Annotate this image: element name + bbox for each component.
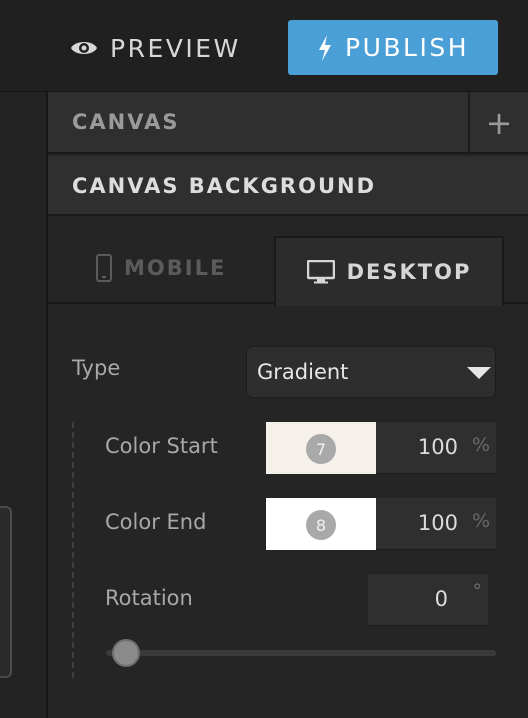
color-end-swatch[interactable]: 8 [266, 498, 376, 550]
tab-desktop[interactable]: DESKTOP [274, 236, 504, 306]
type-dropdown[interactable]: Gradient [246, 346, 496, 398]
canvas-section-header[interactable]: CANVAS + [48, 92, 528, 154]
publish-button[interactable]: PUBLISH [288, 20, 498, 75]
plus-icon[interactable]: + [468, 92, 528, 154]
lightning-icon [319, 34, 331, 61]
rotation-unit: ° [472, 580, 483, 602]
publish-label: PUBLISH [345, 33, 469, 62]
color-start-percent-input[interactable]: 100 % [376, 422, 496, 474]
editor-window: PREVIEW PUBLISH CANVAS + CANVAS BACKGROU… [0, 0, 528, 718]
rotation-slider-track[interactable] [106, 650, 496, 656]
rotation-label: Rotation [105, 586, 193, 610]
color-end-label: Color End [105, 510, 207, 534]
canvas-background-title: CANVAS BACKGROUND [72, 174, 377, 198]
properties-panel: CANVAS + CANVAS BACKGROUND MOBILE DESKTO… [48, 92, 528, 718]
color-start-percent-value: 100 [417, 435, 458, 459]
device-tabs: MOBILE DESKTOP [48, 218, 528, 306]
rotation-value: 0 [434, 587, 448, 611]
resize-handle[interactable] [0, 506, 12, 678]
color-start-swatch[interactable]: 7 [266, 422, 376, 474]
type-dropdown-value: Gradient [257, 360, 349, 384]
monitor-icon [306, 260, 335, 284]
rotation-slider-thumb[interactable] [112, 639, 140, 667]
tab-desktop-label: DESKTOP [346, 260, 472, 284]
canvas-section-title: CANVAS [72, 110, 180, 134]
color-end-percent-input[interactable]: 100 % [376, 498, 496, 550]
phone-icon [96, 254, 112, 282]
color-start-badge: 7 [306, 434, 336, 464]
tab-mobile[interactable]: MOBILE [96, 250, 226, 286]
preview-label: PREVIEW [110, 33, 241, 63]
group-guide-line [72, 422, 74, 678]
type-label: Type [72, 356, 121, 380]
color-start-label: Color Start [105, 434, 218, 458]
eye-icon [71, 42, 97, 54]
color-start-percent-unit: % [471, 434, 490, 456]
preview-button[interactable]: PREVIEW [70, 30, 241, 66]
color-end-badge: 8 [306, 510, 336, 540]
canvas-background-header[interactable]: CANVAS BACKGROUND [48, 156, 528, 216]
color-end-percent-unit: % [471, 510, 490, 532]
color-end-percent-value: 100 [417, 511, 458, 535]
canvas-area [0, 92, 48, 718]
tab-mobile-label: MOBILE [124, 256, 227, 280]
top-toolbar: PREVIEW PUBLISH [0, 0, 528, 92]
chevron-down-icon [467, 367, 491, 379]
rotation-input[interactable]: 0 ° [368, 574, 488, 626]
